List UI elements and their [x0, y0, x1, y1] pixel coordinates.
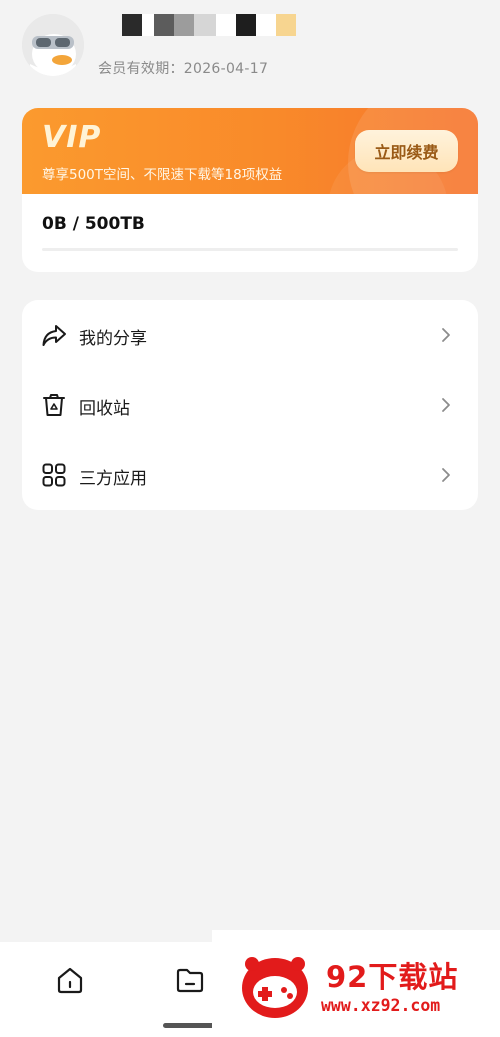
menu-item-my-share[interactable]: 我的分享 — [22, 300, 478, 370]
renew-button[interactable]: 立即续费 — [355, 130, 458, 172]
nav-home[interactable] — [52, 962, 88, 998]
chevron-right-icon — [442, 328, 450, 342]
storage-usage: 0B / 500TB — [42, 214, 145, 234]
home-icon — [57, 967, 83, 994]
watermark-url: www.xz92.com — [321, 996, 441, 1015]
membership-expiry: 会员有效期：2026-04-17 — [98, 61, 269, 77]
watermark: 92下载站 www.xz92.com — [212, 930, 500, 1037]
vip-banner[interactable]: VIP 尊享500T空间、不限速下载等18项权益 立即续费 — [22, 108, 478, 194]
folder-icon — [176, 968, 204, 993]
vip-card: VIP 尊享500T空间、不限速下载等18项权益 立即续费 0B / 500TB — [22, 108, 478, 272]
avatar[interactable] — [22, 14, 84, 76]
chevron-right-icon — [442, 398, 450, 412]
apps-grid-icon — [42, 463, 66, 487]
watermark-name: 92下载站 — [326, 960, 459, 994]
menu-card: 我的分享 回收站 三方应用 — [22, 300, 478, 510]
menu-item-label: 回收站 — [79, 399, 130, 419]
username-redacted — [122, 14, 296, 36]
menu-item-third-party-apps[interactable]: 三方应用 — [22, 440, 478, 510]
trash-icon — [43, 394, 65, 416]
menu-item-label: 三方应用 — [79, 469, 147, 489]
share-icon — [42, 325, 66, 346]
menu-item-label: 我的分享 — [79, 329, 147, 349]
watermark-logo-icon — [242, 957, 308, 1018]
menu-item-recycle-bin[interactable]: 回收站 — [22, 370, 478, 440]
user-header: 会员有效期：2026-04-17 — [22, 14, 478, 80]
nav-files[interactable] — [172, 962, 208, 998]
storage-progress-bar — [42, 248, 458, 251]
vip-description: 尊享500T空间、不限速下载等18项权益 — [42, 167, 283, 183]
duck-avatar-icon — [22, 14, 84, 76]
vip-title: VIP — [42, 120, 102, 155]
chevron-right-icon — [442, 468, 450, 482]
profile-page: 会员有效期：2026-04-17 VIP 尊享500T空间、不限速下载等18项权… — [0, 0, 500, 1037]
